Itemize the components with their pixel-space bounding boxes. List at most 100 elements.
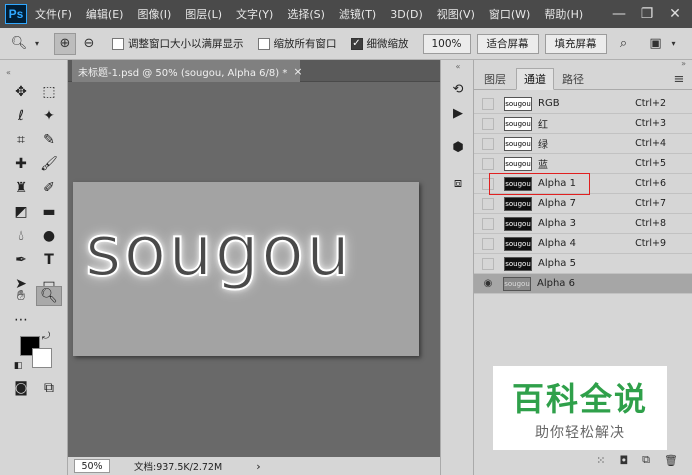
quick-mask-icon[interactable]: ◙ [8, 378, 34, 398]
visibility-toggle[interactable] [482, 217, 494, 230]
menu-type[interactable]: 文字(Y) [236, 6, 273, 22]
tab-paths[interactable]: 路径 [556, 68, 590, 90]
actions-play-icon[interactable]: ▶ [446, 102, 470, 124]
channel-thumbnail: sougou [504, 236, 532, 251]
channel-row[interactable]: sougou Alpha 5 [474, 254, 692, 274]
history-panel-icon[interactable]: ⟲ [446, 78, 470, 100]
default-colors-icon[interactable]: ◧ [12, 360, 24, 372]
new-channel-icon[interactable]: ⧉ [642, 453, 650, 467]
tab-close-icon[interactable]: × [293, 65, 302, 78]
eyedropper-icon[interactable]: ✎ [36, 130, 62, 150]
collapse-icon[interactable]: « [446, 60, 470, 72]
menu-edit[interactable]: 编辑(E) [86, 6, 124, 22]
close-window-button[interactable]: ✕ [662, 0, 688, 28]
channel-row[interactable]: ◉ sougou Alpha 6 [474, 274, 692, 294]
screen-mode-icon[interactable]: ⧉ [36, 378, 62, 398]
visibility-toggle[interactable] [482, 237, 494, 250]
3d-panel-icon[interactable]: ⬢ [446, 136, 470, 158]
scrubby-zoom-checkbox[interactable]: ✓ [350, 37, 363, 50]
chevron-down-icon[interactable]: ▾ [32, 33, 42, 55]
zoom-tool-icon[interactable]: 🔍︎ [36, 286, 62, 306]
channel-row[interactable]: sougou RGB Ctrl+2 [474, 94, 692, 114]
visibility-eye-icon[interactable]: ◉ [479, 278, 497, 290]
more-tools-icon[interactable]: ⋯ [8, 310, 34, 330]
channel-row[interactable]: sougou 红 Ctrl+3 [474, 114, 692, 134]
restore-button[interactable]: ❐ [634, 0, 660, 28]
chevron-down-icon[interactable]: ▾ [669, 33, 679, 55]
menu-view[interactable]: 视图(V) [437, 6, 475, 22]
menu-bar: Ps 文件(F) 编辑(E) 图像(I) 图层(L) 文字(Y) 选择(S) 滤… [0, 0, 692, 28]
lasso-tool-icon[interactable]: ℓ [8, 106, 34, 126]
channel-thumbnail: sougou [504, 136, 532, 151]
background-color-swatch[interactable] [32, 348, 52, 368]
properties-panel-icon[interactable]: ⧈ [446, 172, 470, 194]
collapse-icon[interactable]: » [681, 59, 686, 68]
visibility-toggle[interactable] [482, 157, 494, 170]
channel-name: RGB [538, 98, 560, 109]
fit-screen-button[interactable]: 适合屏幕 [476, 33, 539, 54]
pen-tool-icon[interactable]: ✒ [8, 250, 34, 270]
move-tool-icon[interactable]: ✥ [8, 82, 34, 102]
zoom-in-icon[interactable]: ⊕ [54, 32, 76, 55]
menu-window[interactable]: 窗口(W) [489, 6, 530, 22]
marquee-tool-icon[interactable]: ⬚ [36, 82, 62, 102]
zoom-all-checkbox[interactable] [257, 37, 270, 50]
menu-3d[interactable]: 3D(D) [390, 8, 423, 21]
panel-menu-icon[interactable]: ≡ [670, 68, 688, 90]
menu-help[interactable]: 帮助(H) [544, 6, 583, 22]
zoom-tool-preset-icon[interactable]: 🔍︎ [8, 33, 30, 55]
document-tab-title: 未标题-1.psd @ 50% (sougou, Alpha 6/8) * [78, 67, 288, 79]
visibility-toggle[interactable] [482, 137, 494, 150]
crop-tool-icon[interactable]: ⌗ [8, 130, 34, 150]
channel-row[interactable]: sougou Alpha 4 Ctrl+9 [474, 234, 692, 254]
tab-layers[interactable]: 图层 [478, 68, 512, 90]
canvas[interactable]: sougou [73, 182, 419, 356]
menu-image[interactable]: 图像(I) [137, 6, 171, 22]
status-menu-arrow[interactable]: › [256, 460, 260, 473]
visibility-toggle[interactable] [482, 197, 494, 210]
minimize-button[interactable]: — [606, 0, 632, 28]
document-tab[interactable]: 未标题-1.psd @ 50% (sougou, Alpha 6/8) * × [72, 60, 303, 82]
channel-row[interactable]: sougou 绿 Ctrl+4 [474, 134, 692, 154]
visibility-toggle[interactable] [482, 97, 494, 110]
dodge-tool-icon[interactable]: ● [36, 226, 62, 246]
workspace-icon[interactable]: ▣ [645, 33, 667, 55]
menu-layer[interactable]: 图层(L) [185, 6, 222, 22]
channel-name: Alpha 4 [538, 238, 576, 249]
channel-name: Alpha 5 [538, 258, 576, 269]
healing-brush-icon[interactable]: ✚ [8, 154, 34, 174]
save-selection-icon[interactable]: ◘ [619, 454, 628, 467]
channel-row[interactable]: sougou Alpha 3 Ctrl+8 [474, 214, 692, 234]
channel-row[interactable]: sougou Alpha 7 Ctrl+7 [474, 194, 692, 214]
zoom-out-icon[interactable]: ⊖ [78, 33, 100, 55]
menu-filter[interactable]: 滤镜(T) [339, 6, 376, 22]
visibility-toggle[interactable] [482, 257, 494, 270]
zoom-100-button[interactable]: 100% [422, 33, 471, 54]
search-icon[interactable]: ⌕ [613, 33, 635, 55]
fill-screen-button[interactable]: 填充屏幕 [544, 33, 607, 54]
watermark-title: 百科全说 [511, 380, 648, 418]
tab-channels[interactable]: 通道 [516, 68, 554, 90]
resize-windows-checkbox[interactable] [112, 37, 124, 50]
history-brush-icon[interactable]: ✐ [36, 178, 62, 198]
channel-name: 绿 [538, 140, 548, 151]
zoom-level-field[interactable]: 50% [74, 459, 110, 473]
gradient-tool-icon[interactable]: ▬ [36, 202, 62, 222]
clone-stamp-icon[interactable]: ♜ [8, 178, 34, 198]
tools-panel: « ✥ ⬚ ℓ ✦ ⌗ ✎ ✚ 🖌︎ ♜ ✐ ◩ ▬ 💧︎ ● ✒ T ➤ ▭ … [0, 60, 68, 475]
delete-channel-icon[interactable]: 🗑︎ [664, 454, 678, 467]
channel-row[interactable]: sougou 蓝 Ctrl+5 [474, 154, 692, 174]
brush-tool-icon[interactable]: 🖌︎ [36, 154, 62, 174]
load-selection-icon[interactable]: ⁙ [596, 454, 605, 467]
menu-file[interactable]: 文件(F) [35, 6, 72, 22]
blur-tool-icon[interactable]: 💧︎ [8, 226, 34, 246]
menu-select[interactable]: 选择(S) [287, 6, 325, 22]
collapse-icon[interactable]: « [6, 62, 62, 82]
hand-tool-icon[interactable]: ✋︎ [8, 286, 34, 306]
magic-wand-icon[interactable]: ✦ [36, 106, 62, 126]
type-tool-icon[interactable]: T [36, 250, 62, 270]
channel-shortcut: Ctrl+6 [635, 178, 666, 189]
swap-colors-icon[interactable]: ⤾ [40, 330, 52, 342]
visibility-toggle[interactable] [482, 117, 494, 130]
eraser-icon[interactable]: ◩ [8, 202, 34, 222]
